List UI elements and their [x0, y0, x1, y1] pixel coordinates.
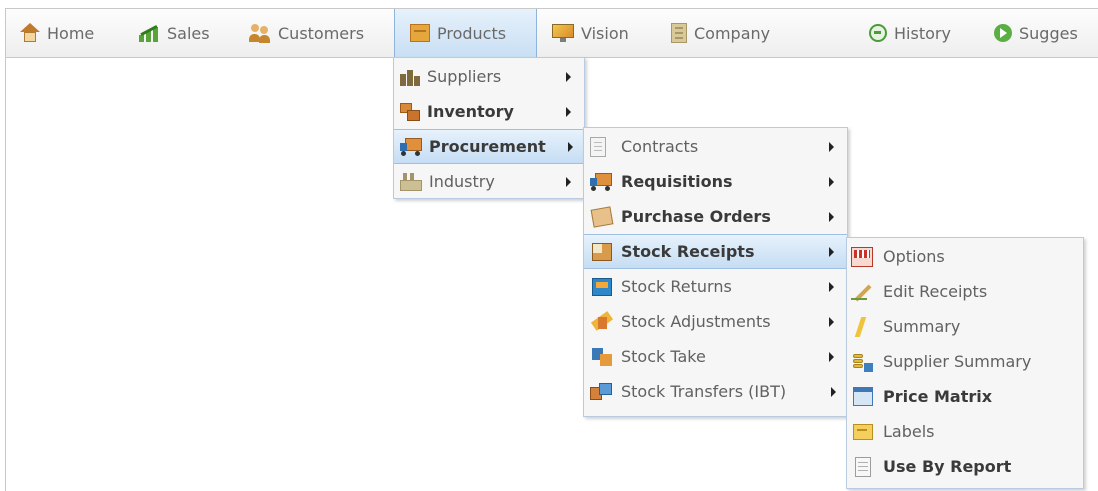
- submenu-arrow-icon: [829, 281, 834, 292]
- menu-item-labels[interactable]: Labels: [847, 414, 1083, 449]
- menu-item-requisitions[interactable]: Requisitions: [584, 164, 847, 199]
- suggest-icon: [994, 24, 1012, 42]
- menu-item-stock-take[interactable]: Stock Take: [584, 339, 847, 374]
- menu-item-summary-label: Summary: [883, 317, 961, 336]
- submenu-arrow-icon: [829, 211, 834, 222]
- menu-item-inventory[interactable]: Inventory: [394, 94, 584, 129]
- options-icon: [851, 246, 873, 267]
- edit-pencil-icon: [851, 282, 873, 302]
- history-icon: [869, 24, 887, 42]
- requisitions-truck-icon: [590, 172, 612, 191]
- menu-item-industry[interactable]: Industry: [394, 164, 584, 199]
- sales-chart-icon: [138, 23, 160, 43]
- suppliers-icon: [400, 68, 420, 86]
- nav-history-label: History: [894, 23, 951, 43]
- menu-item-price-matrix[interactable]: Price Matrix: [847, 379, 1083, 414]
- nav-history[interactable]: History: [869, 9, 951, 57]
- purchase-order-icon: [590, 205, 614, 228]
- stock-take-icon: [592, 347, 612, 366]
- products-box-icon: [410, 24, 430, 42]
- menu-item-suppliers-label: Suppliers: [427, 67, 502, 86]
- submenu-arrow-icon: [566, 106, 571, 117]
- contracts-document-icon: [590, 136, 606, 157]
- menu-item-procurement[interactable]: Procurement: [394, 129, 584, 164]
- price-matrix-icon: [853, 387, 873, 406]
- menu-item-procurement-label: Procurement: [429, 137, 546, 156]
- menu-item-use-by-report[interactable]: Use By Report: [847, 449, 1083, 484]
- stock-receipts-submenu: Options Edit Receipts Summary Supplier S…: [846, 237, 1084, 489]
- menu-item-stock-returns-label: Stock Returns: [621, 277, 732, 296]
- submenu-arrow-icon: [831, 386, 836, 397]
- submenu-arrow-icon: [568, 141, 573, 152]
- stock-receipts-icon: [592, 242, 612, 261]
- submenu-arrow-icon: [829, 141, 834, 152]
- home-icon: [20, 23, 40, 43]
- submenu-arrow-icon: [566, 176, 571, 187]
- menu-item-supplier-summary[interactable]: Supplier Summary: [847, 344, 1083, 379]
- menu-item-purchase-orders-label: Purchase Orders: [621, 207, 771, 226]
- menu-item-requisitions-label: Requisitions: [621, 172, 733, 191]
- top-navbar: Home Sales Customers Products Vision Com…: [5, 8, 1098, 58]
- inventory-crates-icon: [400, 102, 420, 121]
- menu-item-stock-transfers[interactable]: Stock Transfers (IBT): [584, 374, 847, 409]
- submenu-arrow-icon: [829, 351, 834, 362]
- company-building-icon: [671, 23, 687, 43]
- submenu-arrow-icon: [829, 176, 834, 187]
- menu-item-supplier-summary-label: Supplier Summary: [883, 352, 1032, 371]
- products-menu: Suppliers Inventory Procurement Industry: [393, 57, 585, 199]
- vision-monitor-icon: [552, 23, 574, 43]
- nav-company[interactable]: Company: [671, 9, 770, 57]
- nav-vision[interactable]: Vision: [552, 9, 629, 57]
- menu-item-price-matrix-label: Price Matrix: [883, 387, 993, 406]
- menu-item-options-label: Options: [883, 247, 945, 266]
- submenu-arrow-icon: [829, 316, 834, 327]
- menu-item-stock-receipts-label: Stock Receipts: [621, 242, 755, 261]
- nav-customers-label: Customers: [278, 23, 365, 43]
- nav-home[interactable]: Home: [20, 9, 94, 57]
- stock-adjustments-icon: [590, 310, 614, 331]
- nav-vision-label: Vision: [581, 23, 629, 43]
- stock-transfers-icon: [590, 382, 612, 401]
- nav-sales-label: Sales: [167, 23, 210, 43]
- menu-item-industry-label: Industry: [429, 172, 495, 191]
- nav-company-label: Company: [694, 23, 771, 43]
- submenu-arrow-icon: [566, 71, 571, 82]
- menu-item-suppliers[interactable]: Suppliers: [394, 59, 584, 94]
- menu-item-stock-returns[interactable]: Stock Returns: [584, 269, 847, 304]
- menu-item-edit-receipts-label: Edit Receipts: [883, 282, 988, 301]
- nav-customers[interactable]: Customers: [249, 9, 364, 57]
- procurement-truck-icon: [400, 137, 422, 156]
- menu-item-contracts-label: Contracts: [621, 137, 699, 156]
- menu-item-stock-adjustments[interactable]: Stock Adjustments: [584, 304, 847, 339]
- labels-icon: [853, 423, 873, 440]
- menu-item-stock-take-label: Stock Take: [621, 347, 706, 366]
- menu-item-summary[interactable]: Summary: [847, 309, 1083, 344]
- customers-icon: [249, 23, 271, 43]
- summary-bolt-icon: [853, 316, 869, 337]
- menu-item-stock-adjustments-label: Stock Adjustments: [621, 312, 771, 331]
- menu-item-options[interactable]: Options: [847, 239, 1083, 274]
- procurement-submenu: Contracts Requisitions Purchase Orders S…: [583, 127, 848, 417]
- menu-item-edit-receipts[interactable]: Edit Receipts: [847, 274, 1083, 309]
- industry-factory-icon: [400, 172, 422, 191]
- nav-products-label: Products: [437, 23, 507, 43]
- menu-item-purchase-orders[interactable]: Purchase Orders: [584, 199, 847, 234]
- menu-item-stock-receipts[interactable]: Stock Receipts: [584, 234, 847, 269]
- nav-sales[interactable]: Sales: [138, 9, 210, 57]
- nav-suggestions[interactable]: Sugges: [994, 9, 1078, 57]
- nav-products[interactable]: Products: [394, 9, 537, 57]
- menu-item-use-by-report-label: Use By Report: [883, 457, 1012, 476]
- nav-home-label: Home: [47, 23, 95, 43]
- menu-item-inventory-label: Inventory: [427, 102, 514, 121]
- menu-item-contracts[interactable]: Contracts: [584, 129, 847, 164]
- submenu-arrow-icon: [829, 246, 834, 257]
- report-document-icon: [855, 456, 871, 477]
- menu-item-labels-label: Labels: [883, 422, 935, 441]
- supplier-summary-icon: [853, 352, 873, 372]
- menu-item-stock-transfers-label: Stock Transfers (IBT): [621, 382, 787, 401]
- stock-returns-icon: [592, 277, 612, 296]
- nav-suggestions-label: Sugges: [1019, 23, 1078, 43]
